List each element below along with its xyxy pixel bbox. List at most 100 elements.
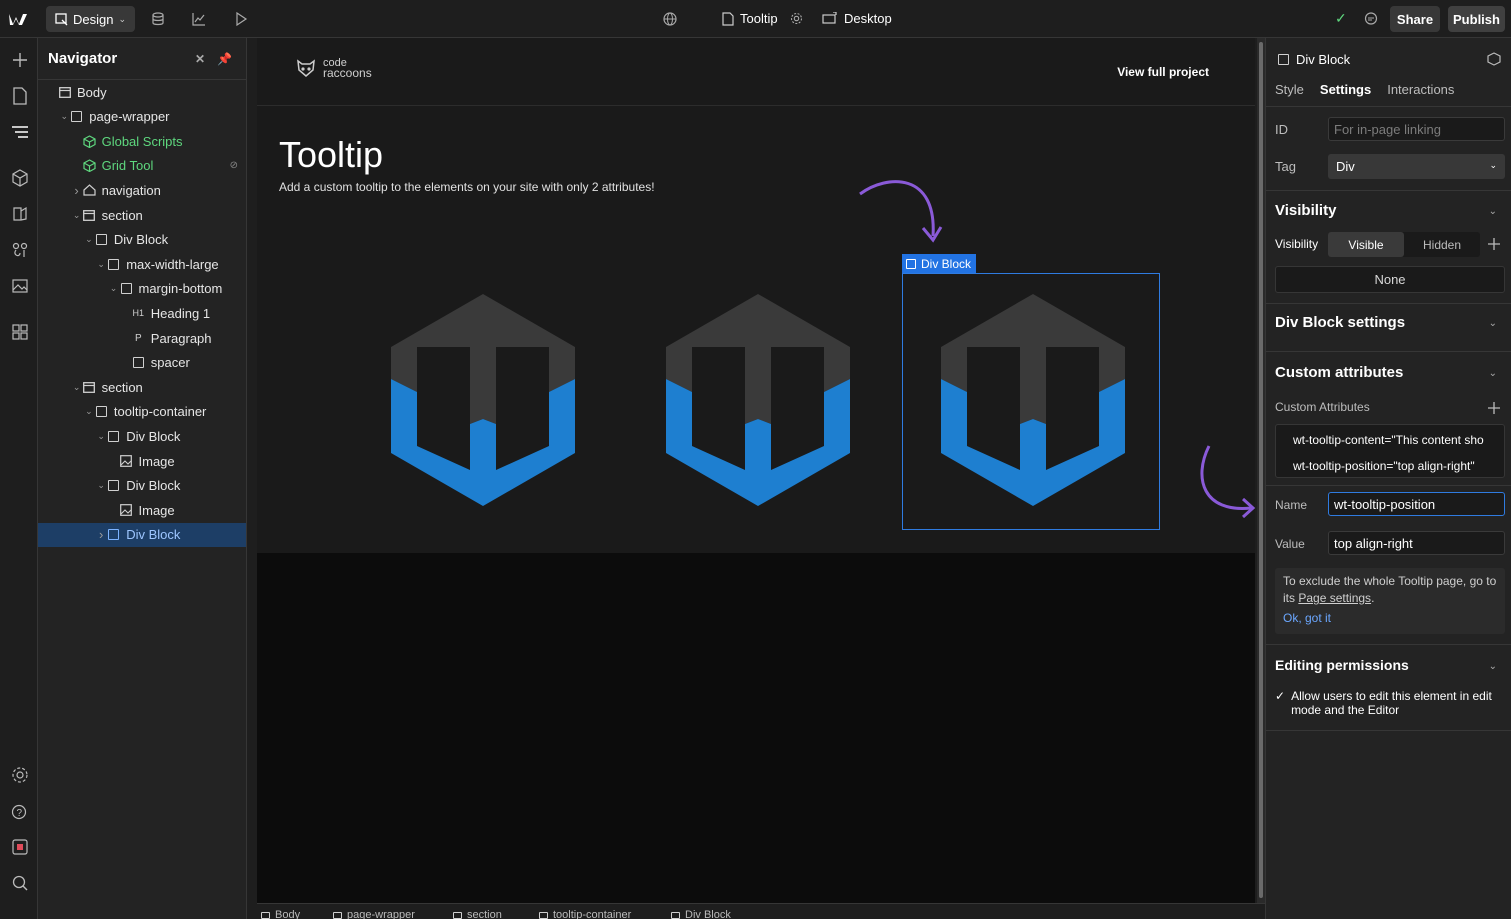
- design-canvas[interactable]: code raccoons View full project Tooltip …: [257, 38, 1256, 903]
- navigator-item[interactable]: ⌄ Div Block: [38, 474, 246, 498]
- ok-got-it-button[interactable]: Ok, got it: [1283, 610, 1497, 627]
- attribute-item[interactable]: wt-tooltip-position="top align-right": [1293, 459, 1475, 473]
- help-icon[interactable]: ?: [11, 802, 29, 820]
- add-attribute-icon[interactable]: [1488, 402, 1500, 414]
- view-full-project-link[interactable]: View full project: [1117, 65, 1209, 79]
- chevron-down-icon[interactable]: ⌄: [1489, 661, 1497, 672]
- navigator-item[interactable]: ⌄ max-width-large: [38, 252, 246, 276]
- navigator-item[interactable]: Grid Tool ⊘: [38, 154, 246, 178]
- attribute-item[interactable]: wt-tooltip-content="This content sho: [1293, 433, 1484, 447]
- chevron-down-icon[interactable]: ⌄: [1489, 206, 1497, 217]
- checkmark-icon[interactable]: ✓: [1275, 689, 1285, 717]
- breadcrumb-item[interactable]: page-wrapper: [333, 909, 415, 919]
- navigator-item[interactable]: ⌄ Div Block: [38, 424, 246, 448]
- custom-attributes-title[interactable]: Custom attributes: [1275, 364, 1403, 381]
- tab-interactions[interactable]: Interactions: [1387, 82, 1454, 97]
- navigator-item[interactable]: ⌄ section: [38, 375, 246, 399]
- navigator-item[interactable]: Body: [38, 80, 246, 104]
- tab-style[interactable]: Style: [1275, 82, 1304, 97]
- caret-down-icon[interactable]: ⌄: [58, 111, 70, 122]
- breadcrumb-item[interactable]: tooltip-container: [539, 909, 631, 919]
- caret-right-icon[interactable]: ›: [95, 527, 107, 542]
- attribute-value-input[interactable]: top align-right: [1328, 531, 1505, 555]
- visibility-hidden-option[interactable]: Hidden: [1404, 232, 1480, 257]
- breadcrumb-item[interactable]: Div Block: [671, 909, 731, 919]
- navigator-icon[interactable]: [11, 123, 29, 141]
- cms-database-icon[interactable]: [150, 11, 166, 27]
- navigator-item[interactable]: H1 Heading 1: [38, 301, 246, 325]
- chevron-down-icon[interactable]: ⌄: [1489, 318, 1497, 329]
- navigator-item[interactable]: Global Scripts: [38, 129, 246, 153]
- globe-icon[interactable]: [662, 11, 678, 27]
- navigator-item[interactable]: › Div Block: [38, 522, 246, 547]
- caret-right-icon[interactable]: ›: [71, 183, 83, 198]
- caret-down-icon[interactable]: ⌄: [95, 431, 107, 442]
- navigator-item[interactable]: ⌄ section: [38, 203, 246, 227]
- webflow-logo-icon[interactable]: [8, 9, 30, 29]
- div-block-settings-title[interactable]: Div Block settings: [1275, 314, 1405, 331]
- navigator-item[interactable]: › navigation: [38, 178, 246, 202]
- variables-icon[interactable]: [11, 205, 29, 223]
- style-selectors-icon[interactable]: [11, 241, 29, 259]
- edit-permission-checkbox[interactable]: ✓ Allow users to edit this element in ed…: [1275, 689, 1495, 717]
- share-button[interactable]: Share: [1390, 6, 1440, 32]
- brand-logo[interactable]: code raccoons: [295, 58, 372, 79]
- breakpoint-selector[interactable]: Desktop: [822, 11, 892, 26]
- apps-icon[interactable]: [11, 323, 29, 341]
- search-icon[interactable]: [11, 874, 29, 892]
- page-selector[interactable]: Tooltip: [722, 11, 803, 26]
- selected-element-badge[interactable]: Div Block: [902, 254, 977, 273]
- breadcrumb-item[interactable]: section: [453, 909, 502, 919]
- navigator-item[interactable]: ⌄ Div Block: [38, 228, 246, 252]
- navigator-item[interactable]: spacer: [38, 351, 246, 375]
- caret-down-icon[interactable]: ⌄: [83, 234, 95, 245]
- assets-icon[interactable]: [11, 277, 29, 295]
- create-component-icon[interactable]: [1487, 52, 1501, 66]
- tag-select[interactable]: Div ⌄: [1328, 154, 1505, 179]
- editing-permissions-title[interactable]: Editing permissions: [1275, 657, 1409, 673]
- canvas-scrollbar[interactable]: [1257, 38, 1265, 903]
- page-settings-gear-icon[interactable]: [790, 12, 803, 25]
- id-input[interactable]: For in-page linking: [1328, 117, 1505, 141]
- attribute-name-input[interactable]: wt-tooltip-position: [1328, 492, 1505, 516]
- navigator-item[interactable]: ⌄ page-wrapper: [38, 105, 246, 129]
- navigator-item[interactable]: P Paragraph: [38, 326, 246, 350]
- tab-settings[interactable]: Settings: [1320, 82, 1371, 97]
- visibility-toggle[interactable]: Visible Hidden: [1328, 232, 1480, 257]
- visibility-visible-option[interactable]: Visible: [1328, 232, 1404, 257]
- caret-down-icon[interactable]: ⌄: [71, 382, 83, 393]
- pin-icon[interactable]: 📌: [217, 52, 232, 66]
- comments-icon[interactable]: [1363, 11, 1379, 27]
- audit-stop-icon[interactable]: [11, 838, 29, 856]
- preview-play-icon[interactable]: [233, 11, 249, 27]
- scrollbar-thumb[interactable]: [1259, 42, 1263, 898]
- navigator-item[interactable]: ⌄ margin-bottom: [38, 277, 246, 301]
- navigator-item[interactable]: Image: [38, 449, 246, 473]
- hero-paragraph[interactable]: Add a custom tooltip to the elements on …: [279, 180, 655, 194]
- navigator-item[interactable]: ⌄ tooltip-container: [38, 400, 246, 424]
- caret-down-icon[interactable]: ⌄: [95, 259, 107, 270]
- analytics-icon[interactable]: [191, 11, 207, 27]
- hexagon-image-1[interactable]: [391, 294, 575, 506]
- mode-dropdown[interactable]: Design ⌄: [46, 6, 136, 32]
- hero-heading[interactable]: Tooltip: [279, 134, 383, 176]
- caret-down-icon[interactable]: ⌄: [95, 480, 107, 491]
- visibility-none-button[interactable]: None: [1275, 266, 1505, 293]
- components-icon[interactable]: [11, 169, 29, 187]
- visibility-section-title[interactable]: Visibility: [1275, 202, 1336, 219]
- add-panel-icon[interactable]: [11, 51, 29, 69]
- add-condition-icon[interactable]: [1488, 238, 1500, 250]
- hexagon-image-2[interactable]: [666, 294, 850, 506]
- breadcrumb-item[interactable]: Body: [261, 909, 300, 919]
- page-settings-link[interactable]: Page settings: [1298, 591, 1371, 605]
- navigator-item[interactable]: Image: [38, 498, 246, 522]
- publish-button[interactable]: Publish: [1448, 6, 1505, 32]
- hidden-eye-icon[interactable]: ⊘: [230, 160, 238, 171]
- chevron-down-icon[interactable]: ⌄: [1489, 368, 1497, 379]
- pages-icon[interactable]: [11, 87, 29, 105]
- caret-down-icon[interactable]: ⌄: [83, 406, 95, 417]
- caret-down-icon[interactable]: ⌄: [71, 210, 83, 221]
- collapse-all-icon[interactable]: ✕: [195, 52, 205, 66]
- settings-gear-icon[interactable]: [11, 766, 29, 784]
- caret-down-icon[interactable]: ⌄: [108, 283, 120, 294]
